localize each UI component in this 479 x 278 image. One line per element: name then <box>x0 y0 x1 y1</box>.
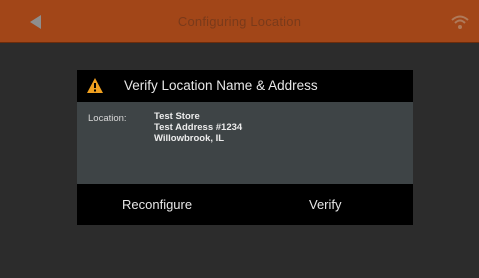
dialog-header: Verify Location Name & Address <box>77 70 413 102</box>
reconfigure-button[interactable]: Reconfigure <box>122 184 192 225</box>
dialog-body: Location: Test Store Test Address #1234 … <box>77 102 413 184</box>
screen: Configuring Location Verify Location Nam… <box>0 0 479 278</box>
wifi-icon <box>451 15 469 29</box>
location-city: Willowbrook, IL <box>154 133 225 144</box>
location-street: Test Address #1234 <box>154 122 243 133</box>
location-name: Test Store <box>154 111 200 122</box>
verify-button[interactable]: Verify <box>309 184 342 225</box>
location-label: Location: <box>88 113 127 124</box>
warning-icon <box>87 78 103 93</box>
header-bar: Configuring Location <box>0 0 479 43</box>
verify-location-dialog: Verify Location Name & Address Location:… <box>77 70 413 225</box>
page-title: Configuring Location <box>177 14 302 29</box>
dialog-actions: Reconfigure Verify <box>77 184 413 225</box>
location-address: Test Store Test Address #1234 Willowbroo… <box>154 111 242 144</box>
dialog-title: Verify Location Name & Address <box>124 78 318 93</box>
